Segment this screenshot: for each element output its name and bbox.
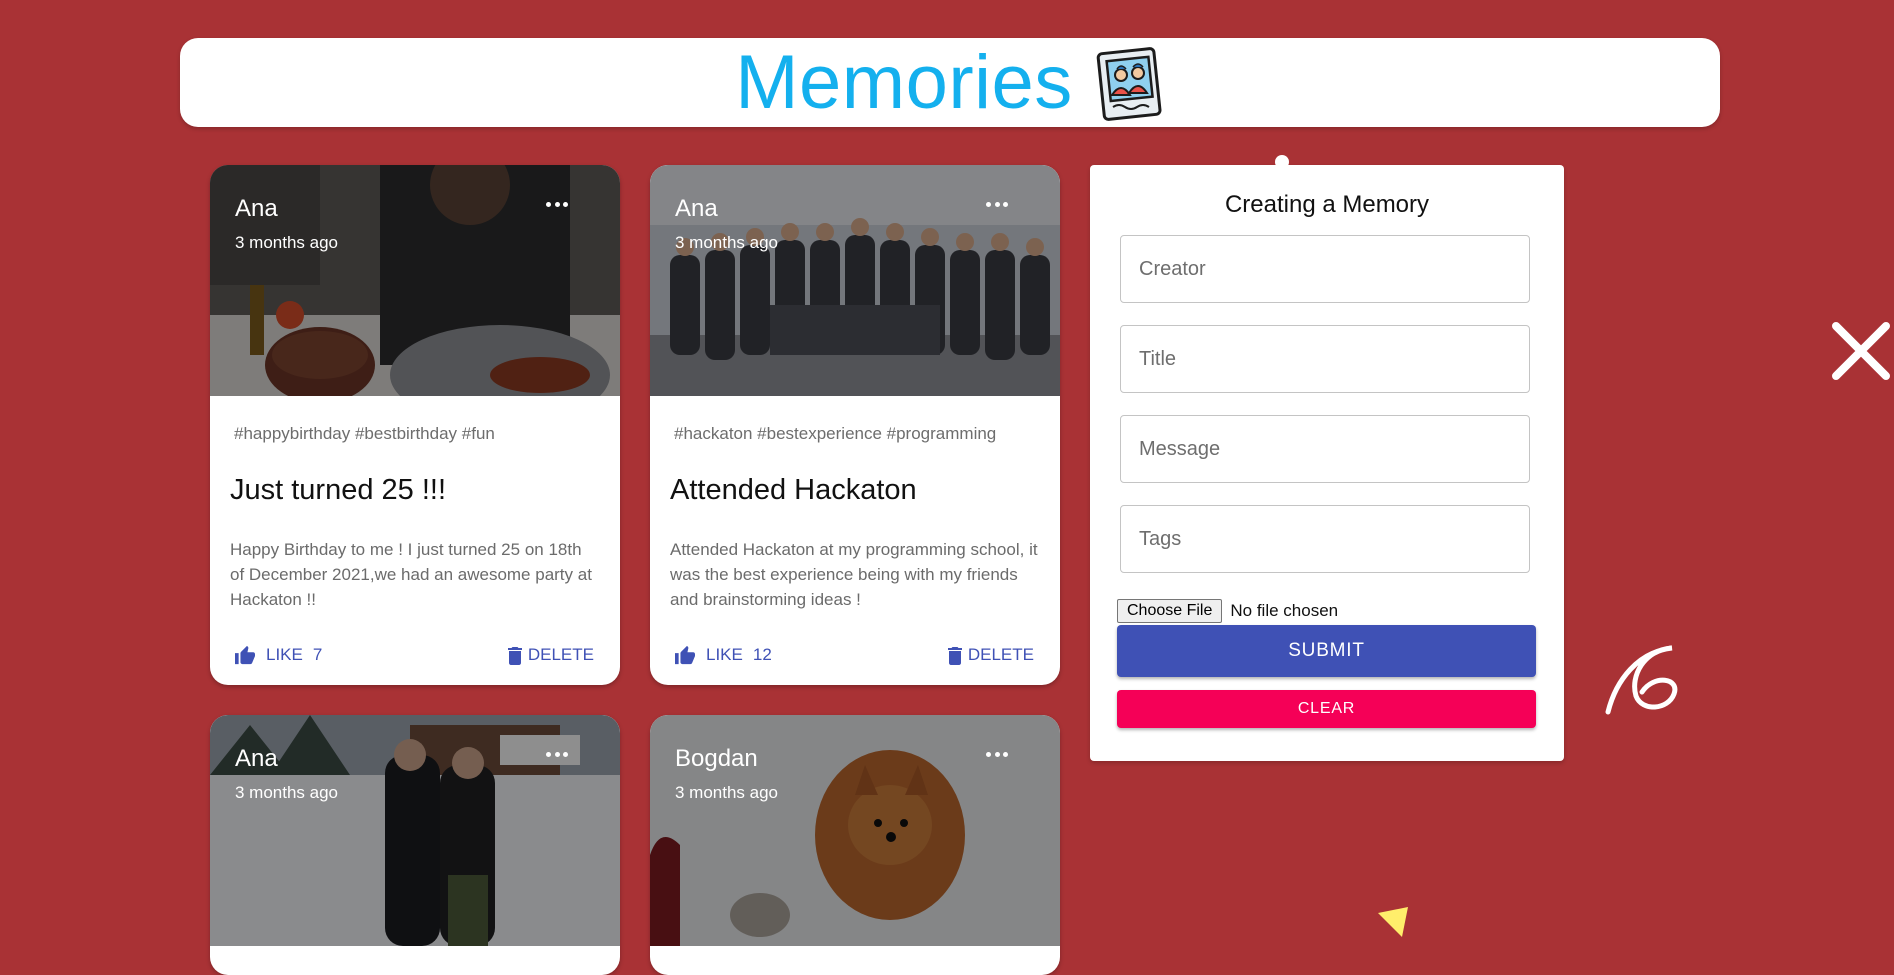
decor-squiggle-icon — [1605, 645, 1678, 715]
like-label: LIKE — [706, 645, 743, 664]
more-options-icon[interactable] — [986, 199, 1008, 209]
post-tags: #hackaton #bestexperience #programming — [674, 424, 997, 443]
like-count: 12 — [752, 645, 772, 664]
post-creator: Ana — [235, 745, 278, 772]
delete-label: DELETE — [527, 645, 594, 664]
thumb-up-icon — [675, 645, 695, 665]
like-label: LIKE — [266, 645, 303, 664]
more-options-icon[interactable] — [546, 199, 568, 209]
post-creator: Bogdan — [675, 745, 758, 772]
post-creator: Ana — [675, 195, 718, 222]
post-image[interactable]: Ana 3 months ago — [210, 715, 620, 946]
title-field[interactable] — [1120, 325, 1530, 393]
post-card: Ana 3 months ago #happybirthday #bestbir… — [210, 165, 620, 685]
post-time: 3 months ago — [235, 783, 339, 802]
trash-icon — [507, 646, 522, 665]
decor-triangle-icon — [1378, 907, 1408, 937]
decor-cross-icon — [1832, 322, 1890, 380]
delete-button[interactable]: DELETE — [947, 645, 1034, 665]
post-image[interactable]: Ana 3 months ago — [210, 165, 620, 396]
message-field[interactable] — [1120, 415, 1530, 483]
delete-button[interactable]: DELETE — [507, 645, 594, 665]
tags-field[interactable] — [1120, 505, 1530, 573]
post-time: 3 months ago — [675, 233, 779, 252]
post-title: Just turned 25 !!! — [230, 474, 447, 506]
post-title: Attended Hackaton — [670, 474, 917, 506]
delete-label: DELETE — [967, 645, 1034, 664]
post-time: 3 months ago — [235, 233, 339, 252]
post-card: Bogdan 3 months ago — [650, 715, 1060, 975]
post-card: Ana 3 months ago — [210, 715, 620, 975]
post-creator: Ana — [235, 195, 278, 222]
form-heading: Creating a Memory — [1224, 191, 1430, 218]
decor-dot-icon — [1275, 155, 1289, 169]
creator-field[interactable] — [1120, 235, 1530, 303]
like-count: 7 — [312, 645, 323, 664]
like-button[interactable]: LIKE 7 — [234, 645, 322, 665]
create-memory-form: Creating a Memory Choose File No file ch… — [1090, 165, 1564, 761]
more-options-icon[interactable] — [546, 749, 568, 759]
post-image[interactable]: Ana 3 months ago — [650, 165, 1060, 396]
post-image[interactable]: Bogdan 3 months ago — [650, 715, 1060, 946]
post-tags: #happybirthday #bestbirthday #fun — [234, 424, 495, 443]
choose-file-button[interactable]: Choose File — [1117, 599, 1223, 623]
like-button[interactable]: LIKE 12 — [674, 645, 772, 665]
app-bar: Memories — [180, 38, 1720, 127]
app-title: Memories — [735, 40, 1073, 125]
submit-button[interactable]: SUBMIT — [1117, 625, 1536, 677]
post-card: Ana 3 months ago #hackaton #bestexperien… — [650, 165, 1060, 685]
post-time: 3 months ago — [675, 783, 779, 802]
clear-button[interactable]: CLEAR — [1117, 690, 1536, 728]
post-message: Happy Birthday to me ! I just turned 25 … — [230, 540, 592, 609]
file-status: No file chosen — [1230, 601, 1339, 620]
trash-icon — [947, 646, 962, 665]
thumb-up-icon — [235, 645, 255, 665]
memories-photo-icon — [1096, 46, 1162, 121]
file-input: Choose File No file chosen — [1117, 599, 1338, 623]
more-options-icon[interactable] — [986, 749, 1008, 759]
post-message: Attended Hackaton at my programming scho… — [670, 540, 1038, 609]
